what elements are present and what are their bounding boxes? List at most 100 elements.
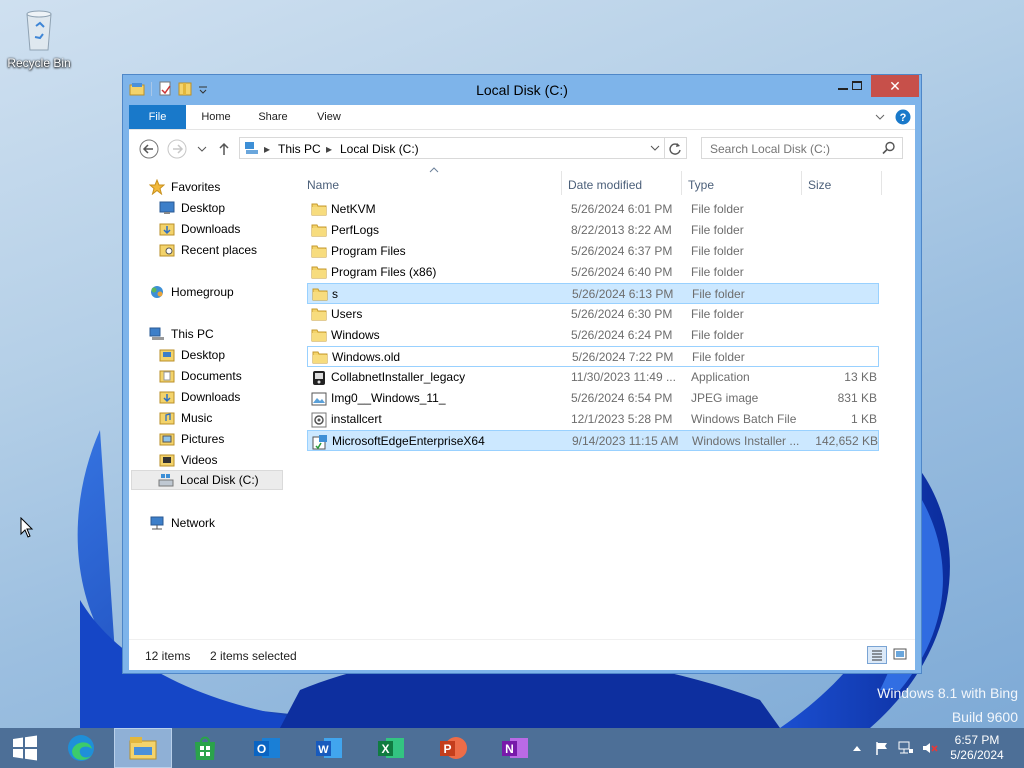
search-input[interactable] <box>708 139 882 159</box>
table-row[interactable]: installcert 12/1/2023 5:28 PM Windows Batc… <box>307 409 879 430</box>
tab-home[interactable]: Home <box>191 105 241 129</box>
recent-locations-chevron-icon[interactable] <box>197 145 207 153</box>
title-bar[interactable]: Local Disk (C:) ✕ <box>123 75 921 105</box>
breadcrumb-local-disk[interactable]: Local Disk (C:) <box>340 142 419 156</box>
ribbon-tab-bar: File Home Share View ? <box>129 105 915 129</box>
taskbar-outlook[interactable]: O <box>238 728 296 768</box>
address-bar[interactable]: ▸ This PC ▸ Local Disk (C:) <box>239 137 687 159</box>
details-view-button[interactable] <box>867 646 887 664</box>
nav-pc-pictures-label: Pictures <box>181 432 225 446</box>
mouse-cursor-icon <box>20 517 34 538</box>
tab-share[interactable]: Share <box>251 105 295 129</box>
help-icon[interactable]: ? <box>895 109 911 125</box>
nav-pc-music[interactable]: Music <box>159 408 212 428</box>
file-name: Windows.old <box>332 350 401 364</box>
column-header-type[interactable]: Type <box>688 178 714 192</box>
taskbar-word[interactable]: W <box>300 728 358 768</box>
back-button[interactable] <box>139 139 159 159</box>
folder-icon <box>312 350 328 364</box>
start-button[interactable] <box>0 728 50 768</box>
window-title: Local Disk (C:) <box>476 82 568 98</box>
desktop-folder-icon <box>159 201 175 215</box>
nav-favorites[interactable]: Favorites <box>149 177 220 197</box>
table-row[interactable]: Windows.old 5/26/2024 7:22 PM File folder <box>307 346 879 367</box>
column-header-name[interactable]: Name <box>307 178 339 192</box>
table-row[interactable]: PerfLogs 8/22/2013 8:22 AM File folder <box>307 220 879 241</box>
music-folder-icon <box>159 411 175 425</box>
recent-places-icon <box>159 243 175 257</box>
column-divider[interactable] <box>801 171 802 195</box>
nav-network[interactable]: Network <box>149 513 215 533</box>
details-view-icon <box>872 650 882 661</box>
table-row[interactable]: s 5/26/2024 6:13 PM File folder <box>307 283 879 304</box>
column-header-date-modified[interactable]: Date modified <box>568 178 642 192</box>
search-box[interactable] <box>701 137 903 159</box>
close-button[interactable]: ✕ <box>871 75 919 97</box>
table-row[interactable]: Program Files 5/26/2024 6:37 PM File folde… <box>307 241 879 262</box>
search-icon[interactable] <box>882 141 896 155</box>
nav-pc-documents-label: Documents <box>181 369 242 383</box>
windows-watermark-build: Build 9600 <box>951 709 1018 725</box>
column-divider[interactable] <box>561 171 562 195</box>
taskbar-onenote[interactable]: N <box>486 728 544 768</box>
file-name: CollabnetInstaller_legacy <box>331 370 466 384</box>
file-type: File folder <box>691 307 744 321</box>
up-arrow-icon[interactable] <box>217 141 231 157</box>
nav-this-pc[interactable]: This PC <box>149 324 214 344</box>
file-type: File folder <box>692 287 745 301</box>
maximize-button[interactable] <box>843 75 871 97</box>
taskbar-powerpoint[interactable]: P <box>424 728 482 768</box>
recycle-bin-shortcut[interactable]: Recycle Bin <box>4 6 74 70</box>
taskbar-edge[interactable] <box>52 728 110 768</box>
nav-pc-documents[interactable]: Documents <box>159 366 242 386</box>
store-icon <box>195 736 215 760</box>
refresh-icon[interactable] <box>668 141 682 155</box>
tab-view[interactable]: View <box>309 105 349 129</box>
large-icons-view-button[interactable] <box>891 646 911 664</box>
taskbar-file-explorer[interactable] <box>114 728 172 768</box>
table-row[interactable]: Img0__Windows_11_ 5/26/2024 6:54 PM JPEG i… <box>307 388 879 409</box>
table-row[interactable]: Users 5/26/2024 6:30 PM File folder <box>307 304 879 325</box>
table-row[interactable]: MicrosoftEdgeEnterpriseX64 9/14/2023 11:1… <box>307 430 879 451</box>
table-row[interactable]: Windows 5/26/2024 6:24 PM File folder <box>307 325 879 346</box>
table-row[interactable]: NetKVM 5/26/2024 6:01 PM File folder <box>307 199 879 220</box>
taskbar-store[interactable] <box>176 728 234 768</box>
column-divider[interactable] <box>681 171 682 195</box>
breadcrumb-this-pc[interactable]: This PC <box>278 142 321 156</box>
action-center-button[interactable] <box>872 728 892 768</box>
nav-fav-downloads[interactable]: Downloads <box>159 219 240 239</box>
nav-pc-videos[interactable]: Videos <box>159 450 217 470</box>
file-date-modified: 5/26/2024 6:37 PM <box>571 244 673 258</box>
file-date-modified: 5/26/2024 6:24 PM <box>571 328 673 342</box>
nav-pc-desktop[interactable]: Desktop <box>159 345 225 365</box>
nav-pc-pictures[interactable]: Pictures <box>159 429 224 449</box>
show-hidden-icons-button[interactable] <box>850 728 864 768</box>
downloads-folder-icon <box>159 390 175 404</box>
nav-pc-videos-label: Videos <box>181 453 218 467</box>
file-name: PerfLogs <box>331 223 380 237</box>
svg-text:N: N <box>505 742 514 756</box>
column-divider[interactable] <box>881 171 882 195</box>
nav-fav-recent-places[interactable]: Recent places <box>159 240 257 260</box>
nav-homegroup[interactable]: Homegroup <box>149 282 234 302</box>
powerpoint-icon: P <box>440 737 467 759</box>
network-status-button[interactable] <box>896 728 916 768</box>
taskbar: O W X P N 6:57 PM 5/26/2024 <box>0 728 1024 768</box>
forward-button[interactable] <box>167 139 187 159</box>
selected-count: 2 items selected <box>210 649 297 663</box>
file-date-modified: 5/26/2024 7:22 PM <box>572 350 674 364</box>
outlook-icon: O <box>254 738 280 758</box>
expand-ribbon-chevron-icon[interactable] <box>875 112 885 122</box>
table-row[interactable]: CollabnetInstaller_legacy 11/30/2023 11:4… <box>307 367 879 388</box>
nav-fav-desktop[interactable]: Desktop <box>159 198 225 218</box>
nav-pc-downloads[interactable]: Downloads <box>159 387 240 407</box>
table-row[interactable]: Program Files (x86) 5/26/2024 6:40 PM File… <box>307 262 879 283</box>
system-clock[interactable]: 6:57 PM 5/26/2024 <box>930 733 1024 763</box>
tab-file[interactable]: File <box>129 105 186 129</box>
file-name: Users <box>331 307 363 321</box>
address-history-chevron-icon[interactable] <box>650 144 660 152</box>
taskbar-excel[interactable]: X <box>362 728 420 768</box>
nav-this-pc-label: This PC <box>171 327 214 341</box>
nav-pc-local-disk[interactable]: Local Disk (C:) <box>131 470 283 490</box>
column-header-size[interactable]: Size <box>808 178 831 192</box>
